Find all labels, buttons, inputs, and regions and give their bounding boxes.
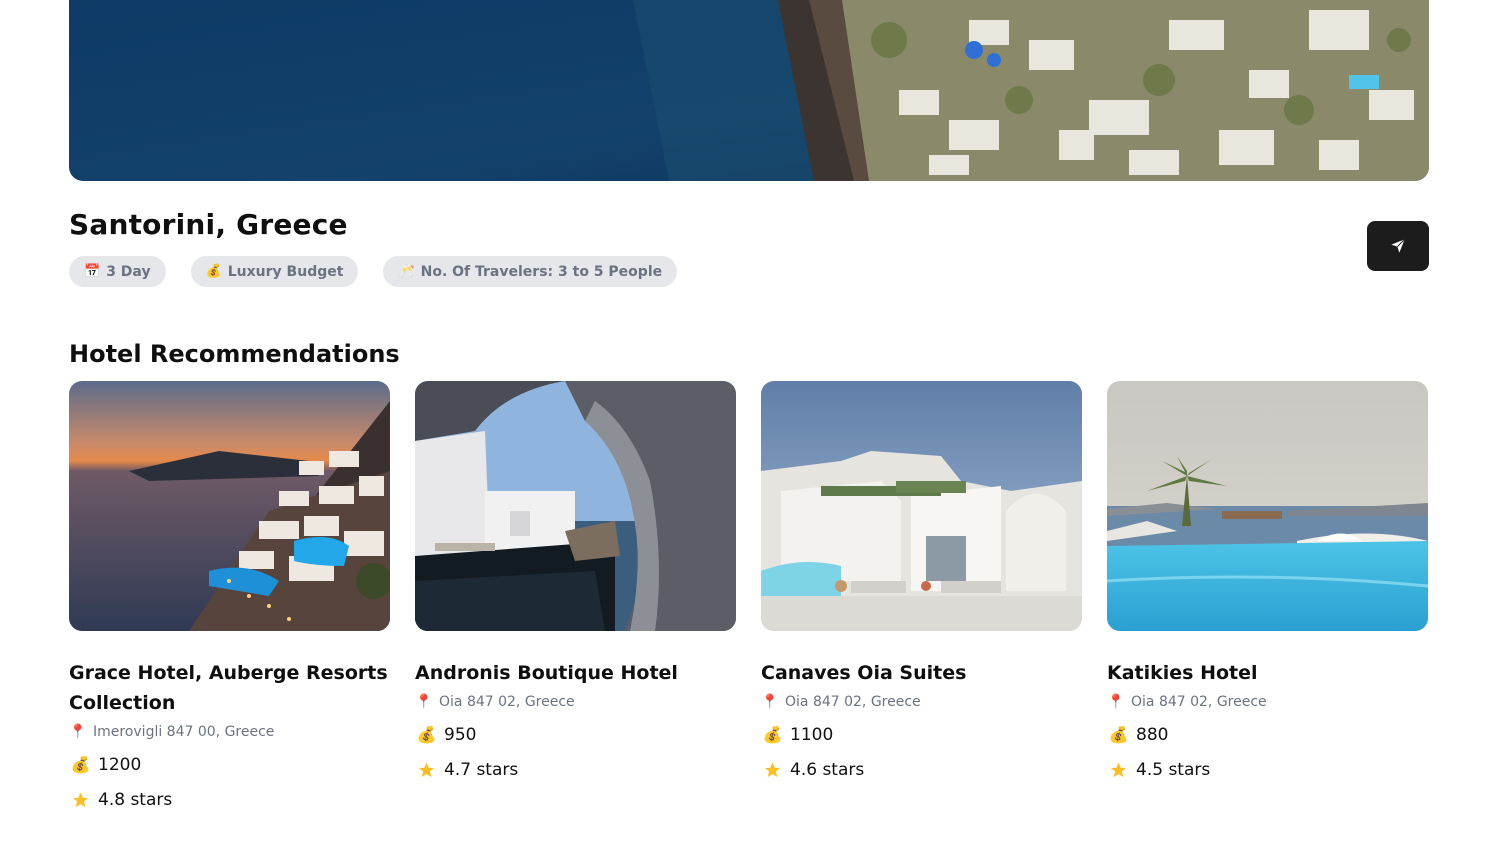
- hotel-price-value: 880: [1136, 725, 1169, 745]
- money-bag-icon: 💰: [70, 755, 91, 774]
- duration-chip-label: 3 Day: [106, 263, 151, 280]
- star-icon: [415, 761, 438, 779]
- hotel-price-value: 950: [444, 725, 477, 745]
- star-icon: [761, 761, 784, 779]
- hotel-address: 📍 Oia 847 02, Greece: [415, 691, 736, 713]
- budget-chip-label: Luxury Budget: [227, 263, 344, 280]
- hotel-name: Katikies Hotel: [1107, 662, 1258, 684]
- destination-title: Santorini, Greece: [69, 208, 348, 241]
- hotel-address-text: Oia 847 02, Greece: [439, 694, 575, 710]
- hotel-rating: 4.7 stars: [415, 757, 736, 783]
- hotel-price: 💰 1200: [69, 752, 390, 778]
- hotel-rating-text: 4.6 stars: [790, 760, 865, 780]
- location-pin-icon: 📍: [761, 694, 779, 710]
- hotel-card[interactable]: Grace Hotel, Auberge Resorts Collection …: [69, 381, 390, 813]
- hotel-name: Grace Hotel, Auberge Resorts Collection: [69, 662, 388, 714]
- hotel-rating-text: 4.8 stars: [98, 790, 173, 810]
- hotel-address-text: Oia 847 02, Greece: [785, 694, 921, 710]
- hero-image: [69, 0, 1429, 181]
- hotel-address-text: Oia 847 02, Greece: [1131, 694, 1267, 710]
- hotel-price: 💰 1100: [761, 722, 1082, 748]
- santorini-aerial-photo: [69, 0, 1429, 181]
- hotel-name: Canaves Oia Suites: [761, 662, 967, 684]
- hotel-price: 💰 880: [1107, 722, 1428, 748]
- hotel-image: [415, 381, 736, 631]
- hotel-rating: 4.5 stars: [1107, 757, 1428, 783]
- location-pin-icon: 📍: [1107, 694, 1125, 710]
- hotel-address-text: Imerovigli 847 00, Greece: [93, 724, 275, 740]
- hotel-rating: 4.6 stars: [761, 757, 1082, 783]
- hotel-card[interactable]: Andronis Boutique Hotel 📍 Oia 847 02, Gr…: [415, 381, 736, 813]
- hotel-address: 📍 Oia 847 02, Greece: [1107, 691, 1428, 713]
- hotel-rating: 4.8 stars: [69, 787, 390, 813]
- hotel-section-title: Hotel Recommendations: [69, 340, 400, 368]
- hotel-price: 💰 950: [415, 722, 736, 748]
- travelers-chip: 🥂 No. Of Travelers: 3 to 5 People: [383, 256, 678, 287]
- star-icon: [69, 791, 92, 809]
- hotel-image: [761, 381, 1082, 631]
- hotel-list: Grace Hotel, Auberge Resorts Collection …: [69, 381, 1428, 813]
- hotel-rating-text: 4.5 stars: [1136, 760, 1211, 780]
- hotel-address: 📍 Imerovigli 847 00, Greece: [69, 721, 390, 743]
- star-icon: [1107, 761, 1130, 779]
- hotel-rating-text: 4.7 stars: [444, 760, 519, 780]
- hotel-price-value: 1200: [98, 755, 142, 775]
- money-bag-icon: 💰: [1108, 725, 1129, 744]
- duration-chip: 📅 3 Day: [69, 256, 166, 287]
- hotel-name: Andronis Boutique Hotel: [415, 662, 678, 684]
- hotel-price-value: 1100: [790, 725, 834, 745]
- hotel-image: [1107, 381, 1428, 631]
- send-icon: [1391, 238, 1406, 253]
- budget-chip: 💰 Luxury Budget: [190, 256, 359, 287]
- hotel-image: [69, 381, 390, 631]
- money-bag-icon: 💰: [762, 725, 783, 744]
- share-button[interactable]: [1367, 221, 1429, 271]
- travelers-icon: 🥂: [398, 264, 415, 279]
- location-pin-icon: 📍: [415, 694, 433, 710]
- trip-info-chips: 📅 3 Day 💰 Luxury Budget 🥂 No. Of Travele…: [69, 256, 678, 287]
- travelers-chip-label: No. Of Travelers: 3 to 5 People: [420, 263, 663, 280]
- calendar-icon: 📅: [84, 264, 101, 279]
- money-bag-icon: 💰: [205, 264, 222, 279]
- location-pin-icon: 📍: [69, 724, 87, 740]
- money-bag-icon: 💰: [416, 725, 437, 744]
- hotel-card[interactable]: Canaves Oia Suites 📍 Oia 847 02, Greece …: [761, 381, 1082, 813]
- hotel-card[interactable]: Katikies Hotel 📍 Oia 847 02, Greece 💰 88…: [1107, 381, 1428, 813]
- hotel-address: 📍 Oia 847 02, Greece: [761, 691, 1082, 713]
